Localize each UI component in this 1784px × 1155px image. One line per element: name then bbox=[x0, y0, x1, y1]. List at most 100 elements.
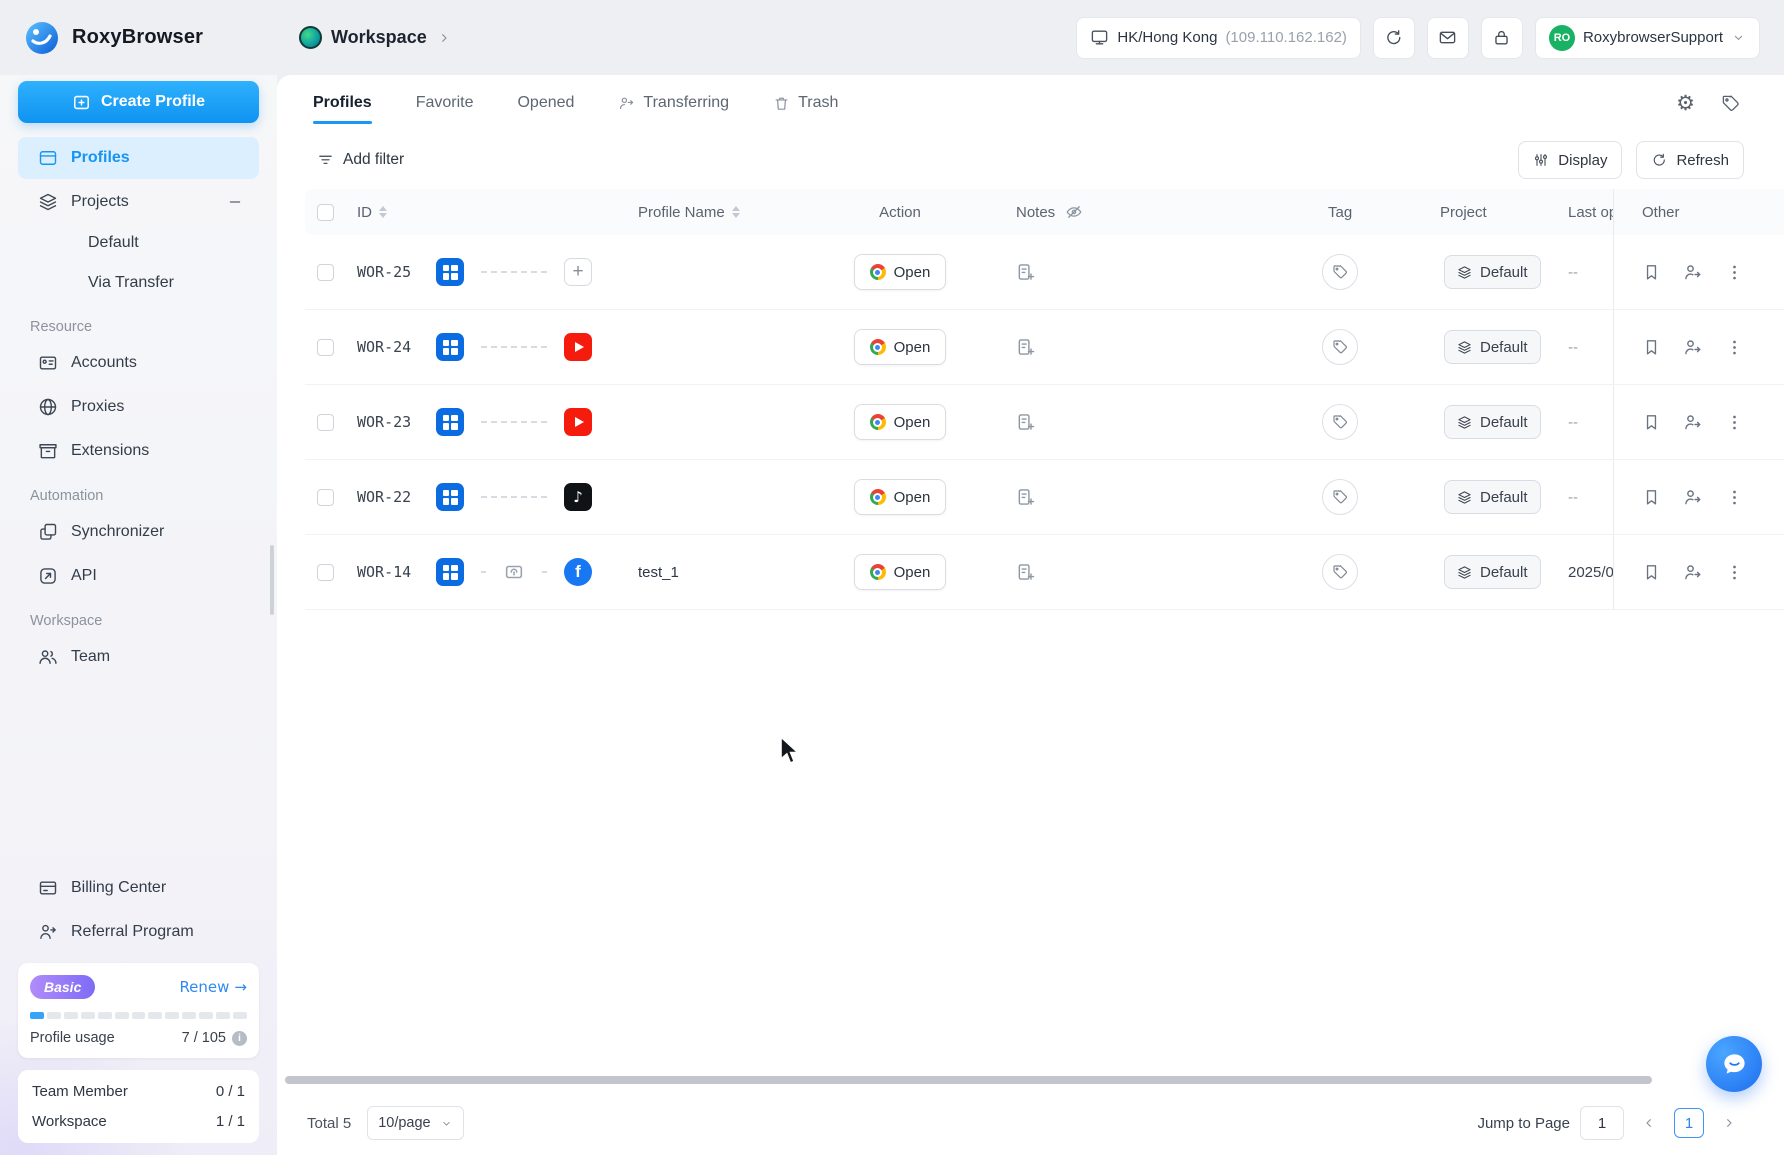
sidebar-item-synchronizer[interactable]: Synchronizer bbox=[18, 511, 259, 553]
renew-link[interactable]: Renew → bbox=[179, 978, 247, 996]
more-options-icon[interactable] bbox=[1725, 338, 1744, 357]
profile-name bbox=[620, 460, 800, 534]
row-checkbox[interactable] bbox=[317, 338, 334, 356]
bookmark-icon[interactable] bbox=[1642, 563, 1661, 582]
sidebar-subitem-default[interactable]: Default bbox=[18, 223, 259, 263]
sort-name-control[interactable] bbox=[731, 205, 740, 219]
tiktok-icon[interactable]: ♪ bbox=[564, 483, 592, 511]
open-profile-button[interactable]: Open bbox=[854, 254, 946, 290]
row-checkbox[interactable] bbox=[317, 488, 334, 506]
next-page-button[interactable] bbox=[1714, 1108, 1744, 1138]
refresh-button[interactable]: Refresh bbox=[1636, 141, 1744, 179]
share-profile-icon[interactable] bbox=[1683, 262, 1703, 282]
row-checkbox[interactable] bbox=[317, 413, 334, 431]
add-filter-button[interactable]: Add filter bbox=[307, 143, 414, 177]
sidebar-item-api[interactable]: API bbox=[18, 555, 259, 597]
tab-profiles[interactable]: Profiles bbox=[313, 75, 372, 131]
tab-transferring[interactable]: Transferring bbox=[618, 75, 729, 131]
per-page-select[interactable]: 10/page bbox=[367, 1106, 464, 1140]
sort-id-control[interactable] bbox=[379, 205, 387, 219]
tab-favorite[interactable]: Favorite bbox=[416, 75, 474, 131]
select-all-checkbox[interactable] bbox=[317, 203, 334, 221]
sidebar-scrollbar[interactable] bbox=[270, 545, 274, 615]
bookmark-icon[interactable] bbox=[1642, 488, 1661, 507]
share-profile-icon[interactable] bbox=[1683, 337, 1703, 357]
last-open-time: 2025/0 bbox=[1568, 563, 1613, 581]
tag-icon[interactable] bbox=[1322, 404, 1358, 440]
sidebar-subitem-via-transfer[interactable]: Via Transfer bbox=[18, 263, 259, 303]
tab-trash[interactable]: Trash bbox=[773, 75, 838, 131]
more-options-icon[interactable] bbox=[1725, 488, 1744, 507]
sidebar-item-billing-center[interactable]: Billing Center bbox=[18, 867, 259, 909]
tab-opened[interactable]: Opened bbox=[517, 75, 574, 131]
project-button[interactable]: Default bbox=[1444, 480, 1541, 514]
profile-name bbox=[620, 310, 800, 384]
sidebar-item-profiles[interactable]: Profiles bbox=[18, 137, 259, 179]
bookmark-icon[interactable] bbox=[1642, 338, 1661, 357]
lock-button[interactable] bbox=[1480, 16, 1523, 59]
add-note-icon[interactable] bbox=[1016, 337, 1036, 357]
more-options-icon[interactable] bbox=[1725, 263, 1744, 282]
open-profile-button[interactable]: Open bbox=[854, 404, 946, 440]
workspace-picker[interactable]: Workspace bbox=[299, 26, 452, 49]
table-row[interactable]: WOR-22 ♪ Open Default -- bbox=[305, 460, 1784, 535]
live-chat-button[interactable] bbox=[1706, 1036, 1762, 1092]
add-note-icon[interactable] bbox=[1016, 262, 1036, 282]
sync-button[interactable] bbox=[1372, 16, 1415, 59]
facebook-icon[interactable]: f bbox=[564, 558, 592, 586]
youtube-icon[interactable] bbox=[564, 408, 592, 436]
collapse-minus-icon[interactable] bbox=[227, 194, 243, 210]
table-row[interactable]: WOR-14 f test_1 Open Default 2025/0 bbox=[305, 535, 1784, 610]
share-profile-icon[interactable] bbox=[1683, 487, 1703, 507]
share-profile-icon[interactable] bbox=[1683, 562, 1703, 582]
bookmark-icon[interactable] bbox=[1642, 413, 1661, 432]
tag-icon[interactable] bbox=[1322, 479, 1358, 515]
previous-page-button[interactable] bbox=[1634, 1108, 1664, 1138]
jump-to-page-input[interactable] bbox=[1580, 1106, 1624, 1140]
mail-button[interactable] bbox=[1426, 16, 1469, 59]
row-checkbox[interactable] bbox=[317, 563, 334, 581]
table-row[interactable]: WOR-24 Open Default -- bbox=[305, 310, 1784, 385]
tag-icon[interactable] bbox=[1322, 554, 1358, 590]
sidebar-item-projects[interactable]: Projects bbox=[18, 181, 259, 223]
open-profile-button[interactable]: Open bbox=[854, 554, 946, 590]
page-number-button[interactable]: 1 bbox=[1674, 1108, 1704, 1138]
project-button[interactable]: Default bbox=[1444, 555, 1541, 589]
region-chip[interactable]: HK/Hong Kong (109.110.162.162) bbox=[1076, 16, 1361, 59]
more-options-icon[interactable] bbox=[1725, 563, 1744, 582]
open-profile-button[interactable]: Open bbox=[854, 479, 946, 515]
horizontal-scrollbar[interactable] bbox=[285, 1076, 1652, 1084]
add-note-icon[interactable] bbox=[1016, 562, 1036, 582]
display-button[interactable]: Display bbox=[1518, 141, 1623, 179]
info-icon[interactable]: i bbox=[232, 1030, 247, 1046]
sidebar-item-extensions[interactable]: Extensions bbox=[18, 430, 259, 472]
project-button[interactable]: Default bbox=[1444, 330, 1541, 364]
bookmark-icon[interactable] bbox=[1642, 263, 1661, 282]
tag-icon[interactable] bbox=[1322, 329, 1358, 365]
sidebar-item-accounts[interactable]: Accounts bbox=[18, 342, 259, 384]
add-note-icon[interactable] bbox=[1016, 412, 1036, 432]
sidebar-item-proxies[interactable]: Proxies bbox=[18, 386, 259, 428]
more-options-icon[interactable] bbox=[1725, 413, 1744, 432]
tag-manager-icon[interactable] bbox=[1721, 94, 1740, 113]
open-profile-button[interactable]: Open bbox=[854, 329, 946, 365]
hide-notes-eye-icon[interactable] bbox=[1065, 203, 1083, 221]
settings-gear-icon[interactable]: ⚙ bbox=[1676, 92, 1695, 114]
share-profile-icon[interactable] bbox=[1683, 412, 1703, 432]
row-checkbox[interactable] bbox=[317, 263, 334, 281]
account-menu[interactable]: RO RoxybrowserSupport bbox=[1534, 16, 1760, 59]
project-button[interactable]: Default bbox=[1444, 255, 1541, 289]
sidebar-item-team[interactable]: Team bbox=[18, 636, 259, 678]
project-button[interactable]: Default bbox=[1444, 405, 1541, 439]
plus-icon[interactable]: + bbox=[564, 258, 592, 286]
tag-icon[interactable] bbox=[1322, 254, 1358, 290]
layers-icon bbox=[1458, 565, 1471, 579]
layers-icon bbox=[1458, 490, 1471, 504]
table-row[interactable]: WOR-23 Open Default -- bbox=[305, 385, 1784, 460]
youtube-icon[interactable] bbox=[564, 333, 592, 361]
create-profile-button[interactable]: Create Profile bbox=[18, 81, 259, 123]
table-row[interactable]: WOR-25 + Open Default -- bbox=[305, 235, 1784, 310]
add-note-icon[interactable] bbox=[1016, 487, 1036, 507]
sidebar-item-referral-program[interactable]: Referral Program bbox=[18, 911, 259, 953]
tabs-bar: Profiles Favorite Opened Transferring Tr… bbox=[277, 75, 1784, 131]
